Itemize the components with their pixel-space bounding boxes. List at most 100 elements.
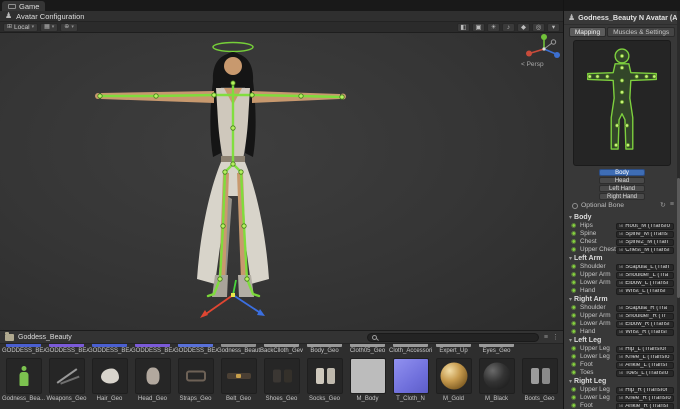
scene-orientation-gizmo[interactable] [526, 34, 560, 58]
grid-visibility-dropdown[interactable]: ▦ ▾ [40, 22, 59, 32]
audio-toggle[interactable]: ♪ [502, 22, 515, 32]
bone-state-icon: ◉ [571, 370, 577, 376]
inspector-tab-bar [564, 0, 680, 11]
2d-toggle[interactable]: ▣ [472, 22, 485, 32]
asset-label: Cloth05_Geo [349, 348, 386, 354]
bone-object-field[interactable]: ⊞ Ankle_L (Transf [616, 361, 674, 369]
bone-section-header[interactable]: ▾ Left Leg [564, 336, 680, 345]
bone-object-field[interactable]: ⊞ Scapula_R (Tra [616, 304, 674, 312]
transform-gizmo[interactable] [200, 279, 265, 318]
bone-object-field[interactable]: ⊞ Wrist_R (Transf [616, 328, 674, 336]
asset-label: Shoes_Geo [265, 396, 298, 402]
asset-item[interactable]: Head_Geo [131, 357, 174, 403]
asset-label-item[interactable]: GODDESS_BEAU... [131, 344, 174, 355]
part-button-body[interactable]: Body [599, 169, 645, 176]
bone-section-header[interactable]: ▾ Right Leg [564, 377, 680, 386]
project-search-input[interactable] [380, 334, 534, 341]
bone-row: ◉ Toes ⊞ Toes_L (Transfo [564, 369, 680, 377]
avatar-asset-icon: ♟ [568, 12, 576, 22]
project-search-field[interactable] [367, 333, 539, 342]
part-button-head[interactable]: Head [599, 177, 645, 184]
bone-object-field[interactable]: ⊞ Elbow_R (Transf [616, 320, 674, 328]
scene-viewport[interactable]: < Persp [0, 33, 563, 330]
bone-label: Foot [580, 361, 593, 368]
tab-game[interactable]: Game [2, 1, 46, 11]
asset-thumbnail [134, 358, 171, 394]
bone-object-field[interactable]: ⊞ Shoulder_R (Tr [616, 312, 674, 320]
asset-label-item[interactable]: Cloth_Accessorie... [389, 344, 432, 355]
asset-label-item[interactable]: Cloth05_Geo [346, 344, 389, 355]
bone-object-field[interactable]: ⊞ Hip_L (Transfor [616, 345, 674, 353]
bone-object-value: Scapula_R (Tra [625, 305, 667, 311]
bone-object-field[interactable]: ⊞ Knee_L (Transfo [616, 353, 674, 361]
transform-icon: ⊞ [619, 231, 624, 237]
asset-label-item[interactable]: Eyes_Geo [475, 344, 518, 355]
bone-section-header[interactable]: ▾ Left Arm [564, 254, 680, 263]
asset-item[interactable]: T_Cloth_N [389, 357, 432, 403]
scene-visibility-toggle[interactable]: ◎ [532, 22, 545, 32]
unity-editor-window: Game ♟ Avatar Configuration ⊞ Local ▾ ▦ ▾ ⊕ ▾ … [0, 0, 680, 409]
bone-label: Hips [580, 222, 593, 229]
asset-item[interactable]: Shoes_Geo [260, 357, 303, 403]
bone-section-header[interactable]: ▾ Right Arm [564, 295, 680, 304]
asset-label-item[interactable]: GODDESS_BEAU... [45, 344, 88, 355]
asset-label-item[interactable]: Body_Geo [303, 344, 346, 355]
perspective-label[interactable]: < Persp [521, 61, 544, 68]
draw-mode-button[interactable]: ◧ [457, 22, 470, 32]
bone-object-field[interactable]: ⊞ Scapula_L (Tran [616, 263, 674, 271]
asset-thumbnail [263, 358, 300, 394]
asset-label-item[interactable]: GODDESS_BEAU... [88, 344, 131, 355]
asset-label: Godness_Bea... [2, 396, 45, 402]
asset-item[interactable]: Godness_Bea... [2, 357, 45, 403]
grid-visibility-dropdown-caret: ▾ [51, 23, 55, 30]
bone-object-field[interactable]: ⊞ Wrist_L (Transf [616, 287, 674, 295]
asset-label-item[interactable]: Expert_Up [432, 344, 475, 355]
inspector-tabs: Mapping Muscles & Settings [564, 27, 680, 37]
asset-item[interactable]: Belt_Geo [217, 357, 260, 403]
handle-orientation-dropdown[interactable]: ⊞ Local ▾ [3, 22, 39, 32]
bone-object-field[interactable]: ⊞ Root_M (Transfo [616, 222, 674, 230]
asset-item[interactable]: M_Gold [432, 357, 475, 403]
bone-object-field[interactable]: ⊞ Knee_R (Transfo [616, 394, 674, 402]
asset-label-item[interactable]: GODDESS_BEAU... [174, 344, 217, 355]
transform-icon: ⊞ [619, 362, 624, 368]
asset-item[interactable]: Socks_Geo [303, 357, 346, 403]
tab-muscles-settings[interactable]: Muscles & Settings [607, 27, 676, 37]
asset-item[interactable]: Weapons_Geo [45, 357, 88, 403]
part-button-left-hand[interactable]: Left Hand [599, 185, 645, 192]
asset-item[interactable]: Straps_Geo [174, 357, 217, 403]
more-menu-icon[interactable]: ⋮ [552, 333, 559, 342]
reset-button-icon[interactable]: ↻ [660, 201, 666, 209]
asset-item[interactable]: M_Black [475, 357, 518, 403]
part-button-right-hand[interactable]: Right Hand [599, 193, 645, 200]
bone-object-field[interactable]: ⊞ Chest_M (Transf [616, 246, 674, 254]
bone-object-field[interactable]: ⊞ Hip_R (Transfor [616, 386, 674, 394]
bone-object-field[interactable]: ⊞ Spine_M (Trans [616, 230, 674, 238]
bone-object-field[interactable]: ⊞ Ankle_R (Transf [616, 402, 674, 409]
humanoid-diagram[interactable] [573, 40, 671, 166]
asset-label: GODDESS_BEAU... [45, 348, 88, 354]
bone-section-header[interactable]: ▾ Body [564, 213, 680, 222]
lighting-toggle[interactable]: ☀ [487, 22, 500, 32]
bone-object-field[interactable]: ⊞ Toes_L (Transfo [616, 369, 674, 377]
list-menu-button-icon[interactable]: ≡ [670, 201, 674, 209]
bone-object-field[interactable]: ⊞ Spine2_M (Tran [616, 238, 674, 246]
asset-thumbnail [306, 358, 343, 394]
asset-label-item[interactable]: GODDESS_BEAU... [2, 344, 45, 355]
asset-label: GODDESS_BEAU... [174, 348, 217, 354]
bone-object-field[interactable]: ⊞ Shoulder_L (Tra [616, 271, 674, 279]
asset-item[interactable]: M_Body [346, 357, 389, 403]
asset-item[interactable]: Boots_Geo [518, 357, 561, 403]
asset-labels-menu-icon[interactable]: ≡ [544, 333, 548, 342]
gizmos-menu[interactable]: ▾ [547, 22, 560, 32]
asset-label: Eyes_Geo [482, 348, 511, 354]
tab-mapping[interactable]: Mapping [568, 27, 607, 37]
snap-settings-dropdown[interactable]: ⊕ ▾ [60, 22, 78, 32]
asset-label-item[interactable]: Godness_BeautyN [217, 344, 260, 355]
asset-label: Hair_Geo [96, 396, 123, 402]
bone-object-field[interactable]: ⊞ Elbow_L (Transf [616, 279, 674, 287]
asset-item[interactable]: Hair_Geo [88, 357, 131, 403]
asset-thumbnail [349, 358, 386, 394]
asset-label-item[interactable]: BackClloth_Gev [260, 344, 303, 355]
effects-toggle[interactable]: ◆ [517, 22, 530, 32]
